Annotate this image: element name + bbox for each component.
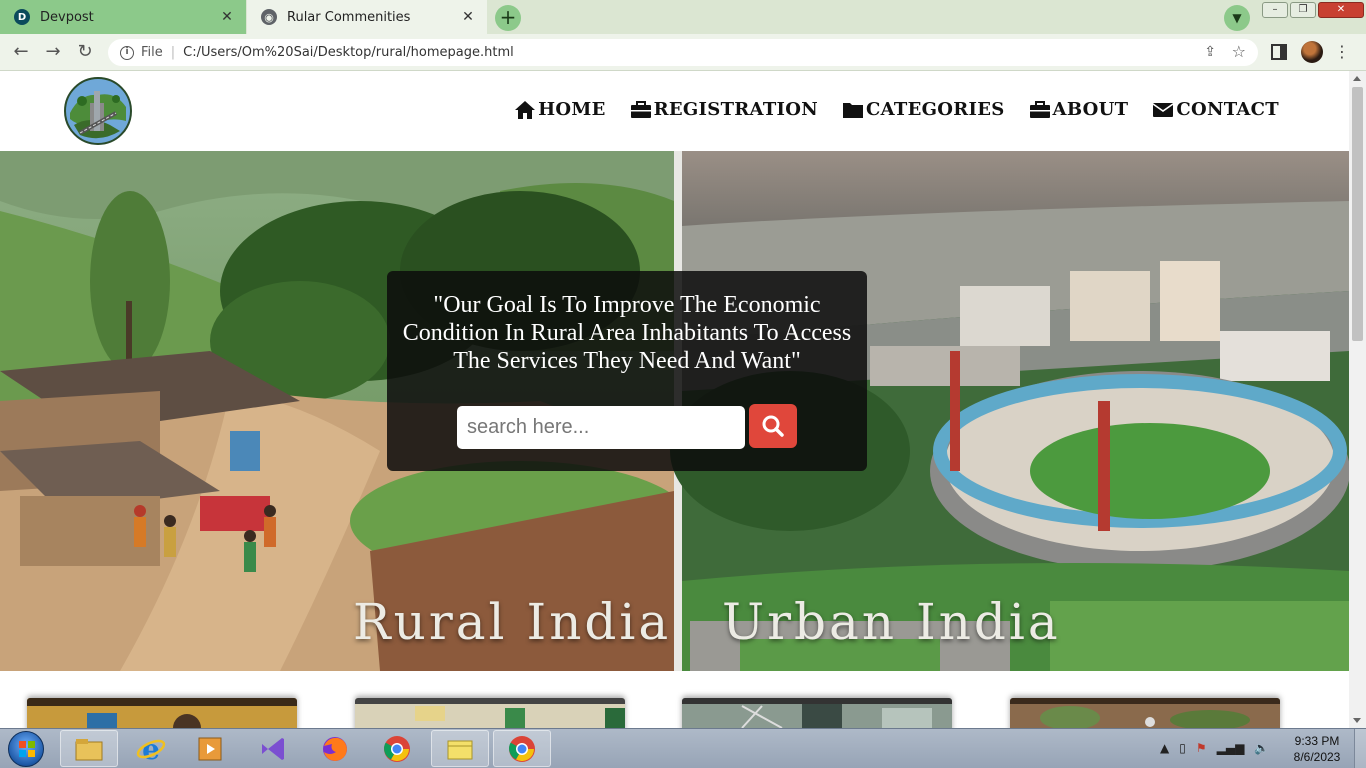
site-logo-globe-icon[interactable] xyxy=(60,73,136,149)
briefcase-icon xyxy=(1029,100,1050,118)
visual-studio-icon[interactable] xyxy=(244,730,302,767)
nav-registration-label: REGISTRATION xyxy=(653,99,818,120)
browser-tabstrip: D Devpost ✕ ◉ Rular Commenities ✕ + ▼ – … xyxy=(0,0,1366,34)
tab-devpost[interactable]: D Devpost ✕ xyxy=(0,0,246,34)
chrome-icon[interactable] xyxy=(368,730,426,767)
nav-registration[interactable]: REGISTRATION xyxy=(630,99,818,120)
page-scrollbar[interactable] xyxy=(1349,71,1366,728)
volume-icon[interactable]: 🔈 xyxy=(1254,741,1269,755)
url-separator: | xyxy=(170,45,176,60)
scrollbar-thumb[interactable] xyxy=(1352,87,1363,341)
minimize-icon[interactable]: – xyxy=(1262,2,1288,18)
window-controls: – ❐ ✕ xyxy=(1262,2,1364,18)
browser-toolbar: ← → ↻ i File | C:/Users/Om%20Sai/Desktop… xyxy=(0,34,1366,71)
briefcase-icon xyxy=(630,100,651,118)
page-viewport: HOME REGISTRATION CATEGORIES ABOUT CONTA… xyxy=(0,71,1366,728)
reload-icon[interactable]: ↻ xyxy=(74,41,96,63)
taskbar-clock[interactable]: 9:33 PM 8/6/2023 xyxy=(1282,733,1352,765)
side-panel-icon[interactable] xyxy=(1271,44,1287,60)
system-tray: ▲ ▯ ⚑ ▂▄▆ 🔈 xyxy=(1160,741,1269,755)
search-input[interactable] xyxy=(457,406,745,449)
clock-time: 9:33 PM xyxy=(1294,734,1340,748)
media-player-icon[interactable] xyxy=(182,730,240,767)
category-card[interactable] xyxy=(682,698,952,728)
category-card[interactable] xyxy=(1010,698,1280,728)
close-window-icon[interactable]: ✕ xyxy=(1318,2,1364,18)
hero-quote: "Our Goal Is To Improve The Economic Con… xyxy=(402,292,852,374)
bookmark-star-icon[interactable]: ☆ xyxy=(1232,42,1246,61)
hero-overlay-panel: "Our Goal Is To Improve The Economic Con… xyxy=(387,271,867,471)
card-image xyxy=(355,698,625,728)
notes-folder-icon[interactable] xyxy=(431,730,489,767)
chrome-icon[interactable] xyxy=(493,730,551,767)
site-info-icon[interactable]: i xyxy=(120,45,134,60)
home-icon xyxy=(515,100,536,119)
nav-contact-label: CONTACT xyxy=(1176,99,1279,120)
search-icon xyxy=(762,415,784,437)
firefox-icon[interactable] xyxy=(306,730,364,767)
network-signal-icon[interactable]: ▂▄▆ xyxy=(1217,741,1245,755)
scroll-up-arrow-icon[interactable] xyxy=(1353,76,1361,81)
show-hidden-icons-icon[interactable]: ▲ xyxy=(1160,741,1169,755)
hero-banner: Rural India Urban India "Our Goal Is To … xyxy=(0,151,1349,671)
folder-icon xyxy=(842,102,863,118)
show-desktop-button[interactable] xyxy=(1354,729,1366,768)
file-explorer-icon[interactable] xyxy=(60,730,118,767)
start-button[interactable] xyxy=(8,731,44,767)
profile-avatar[interactable] xyxy=(1301,41,1323,63)
windows-taskbar: e ▲ ▯ ⚑ ▂▄▆ 🔈 9:33 PM 8/6/2023 xyxy=(0,728,1366,768)
nav-home-label: HOME xyxy=(538,99,606,120)
rural-india-caption: Rural India xyxy=(353,593,672,651)
windows-logo-icon xyxy=(19,741,35,757)
url-text[interactable]: C:/Users/Om%20Sai/Desktop/rural/homepage… xyxy=(183,45,514,60)
usb-device-icon[interactable]: ▯ xyxy=(1179,741,1186,755)
browser-menu-icon[interactable]: ⋮ xyxy=(1334,42,1350,62)
nav-about[interactable]: ABOUT xyxy=(1029,99,1129,120)
card-image xyxy=(682,698,952,728)
svg-text:e: e xyxy=(142,734,160,764)
urban-india-caption: Urban India xyxy=(722,593,1061,651)
tab-search-chevron-icon[interactable]: ▼ xyxy=(1224,5,1250,31)
main-navigation: HOME REGISTRATION CATEGORIES ABOUT CONTA… xyxy=(514,99,1279,120)
forward-arrow-icon[interactable]: → xyxy=(42,41,64,63)
category-cards-row xyxy=(0,698,1349,728)
clock-date: 8/6/2023 xyxy=(1293,750,1341,764)
globe-favicon-icon: ◉ xyxy=(261,9,277,25)
tab-title: Devpost xyxy=(40,9,94,25)
internet-explorer-icon[interactable]: e xyxy=(122,730,180,767)
site-header: HOME REGISTRATION CATEGORIES ABOUT CONTA… xyxy=(0,71,1349,151)
devpost-favicon-icon: D xyxy=(14,9,30,25)
nav-categories[interactable]: CATEGORIES xyxy=(842,99,1005,120)
address-bar[interactable]: i File | C:/Users/Om%20Sai/Desktop/rural… xyxy=(108,39,1258,66)
tab-rural-commenities[interactable]: ◉ Rular Commenities ✕ xyxy=(247,0,487,34)
restore-icon[interactable]: ❐ xyxy=(1290,2,1316,18)
share-icon[interactable]: ⇪ xyxy=(1204,44,1216,60)
nav-about-label: ABOUT xyxy=(1052,99,1129,120)
search-button[interactable] xyxy=(749,404,797,448)
category-card[interactable] xyxy=(27,698,297,728)
nav-categories-label: CATEGORIES xyxy=(865,99,1005,120)
back-arrow-icon[interactable]: ← xyxy=(10,41,32,63)
card-image xyxy=(1010,698,1280,728)
tab-title: Rular Commenities xyxy=(287,9,411,25)
close-tab-icon[interactable]: ✕ xyxy=(218,9,236,25)
envelope-icon xyxy=(1152,102,1174,117)
close-tab-icon[interactable]: ✕ xyxy=(459,9,477,25)
url-scheme-label: File xyxy=(141,45,163,60)
nav-contact[interactable]: CONTACT xyxy=(1152,99,1279,120)
nav-home[interactable]: HOME xyxy=(514,99,606,120)
action-center-flag-icon[interactable]: ⚑ xyxy=(1196,741,1207,755)
category-card[interactable] xyxy=(355,698,625,728)
new-tab-button[interactable]: + xyxy=(495,5,521,31)
card-image xyxy=(27,698,297,728)
scroll-down-arrow-icon[interactable] xyxy=(1353,718,1361,723)
